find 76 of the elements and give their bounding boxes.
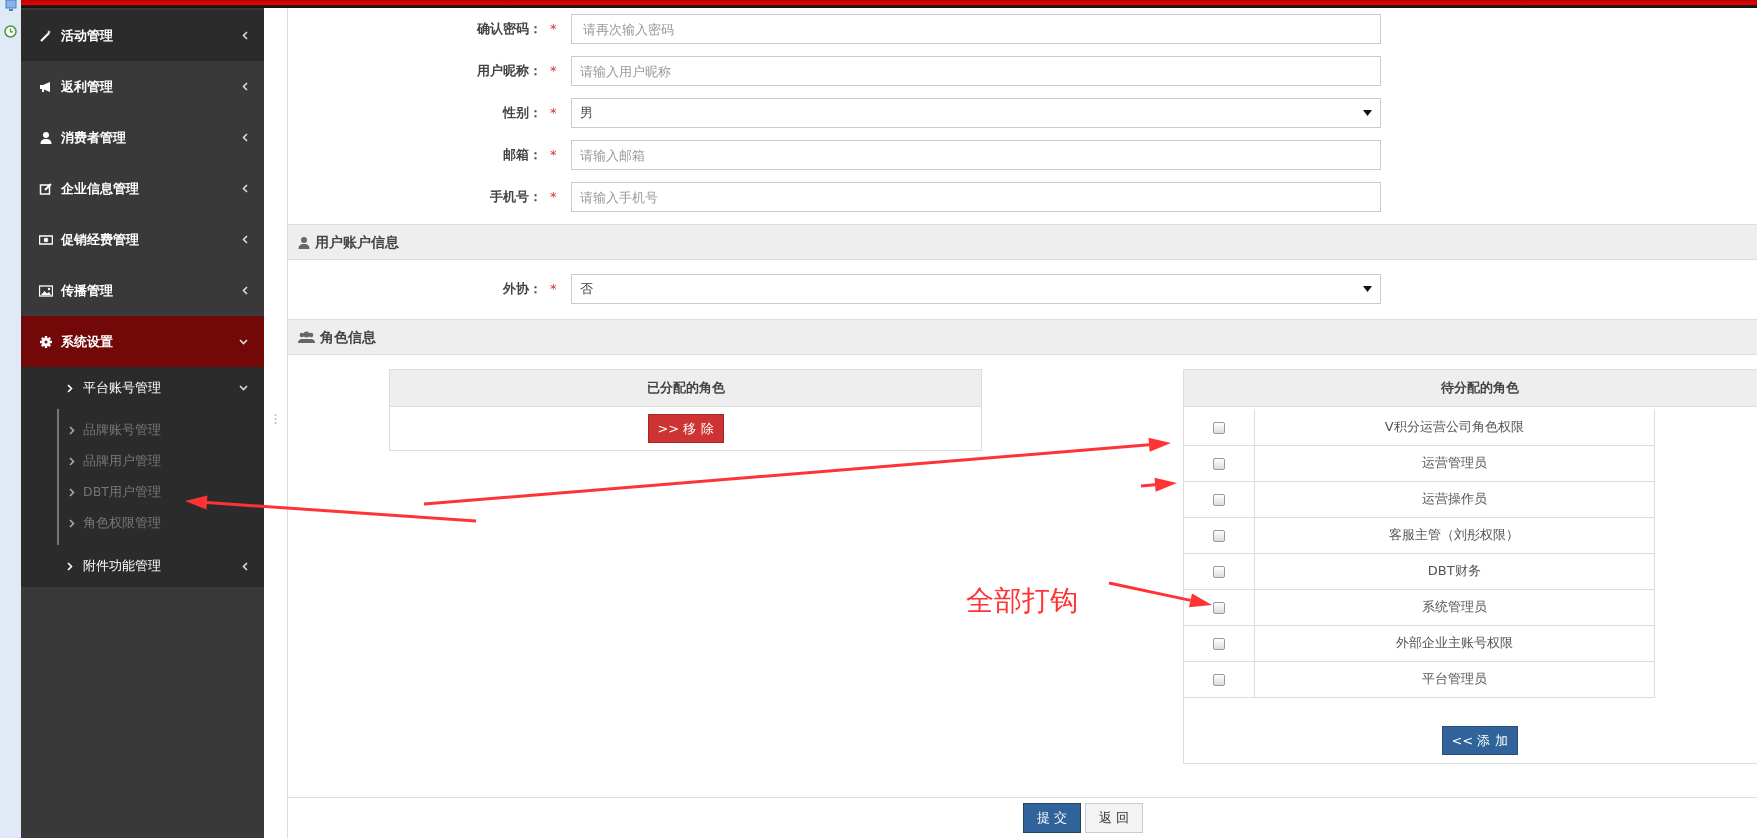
image-icon [39,283,53,298]
required-mark: * [550,146,557,165]
checkbox[interactable] [1212,637,1225,650]
money-icon [39,232,53,247]
required-mark: * [550,20,557,39]
panel-title: 待分配的角色 [1184,370,1757,407]
sidebar-menu-item[interactable]: 系统设置 [21,316,264,367]
section-header: 角色信息 [288,319,1757,355]
text-input-field[interactable]: 请输入用户昵称 [570,56,1381,86]
submit-button[interactable]: 提 交 [1023,803,1081,833]
chevron-right-icon [69,426,75,435]
field-label: 手机号： [489,188,543,207]
checkbox[interactable] [1212,493,1225,506]
field-label: 邮箱： [502,146,543,165]
chevron-right-icon [69,457,75,466]
dropdown-caret-icon [1362,110,1372,116]
required-mark: * [550,188,557,207]
text-input-field[interactable]: 请输入手机号 [570,182,1381,212]
chevron-left-icon[interactable] [242,286,248,295]
back-button[interactable]: 返 回 [1085,803,1143,833]
chevron-left-icon[interactable] [242,184,248,193]
user-badge-icon [298,235,310,249]
resize-handle-icon[interactable] [274,413,277,425]
dropdown-caret-icon [1362,286,1372,292]
chevron-left-icon[interactable] [242,561,248,571]
field-label: 性别： [501,104,543,123]
remove-button[interactable]: >> 移 除 [647,414,724,443]
field-label: 用户昵称： [476,62,543,81]
chevron-right-icon [67,561,73,571]
user-icon [39,130,53,145]
chevron-left-icon[interactable] [242,133,248,142]
checkbox[interactable] [1212,529,1225,542]
gear-icon [39,334,53,349]
checkbox[interactable] [1212,673,1225,686]
field-label: 确认密码： [475,20,543,39]
field-label: 外协： [502,280,543,299]
users-icon [298,330,315,344]
checkbox[interactable] [1212,601,1225,614]
select-field[interactable]: 否 [570,274,1381,304]
role-name[interactable]: 平台管理员 [1254,661,1655,697]
chevron-left-icon[interactable] [242,31,248,40]
required-mark: * [550,104,557,123]
role-name[interactable]: 运营操作员 [1254,481,1655,517]
annotation-text: 全部打钩 [966,584,1078,618]
text-input-field[interactable]: 请输入邮箱 [570,140,1381,170]
wand-icon [39,28,53,43]
role-name[interactable]: DBT财务 [1254,553,1655,589]
section-header: 用户账户信息 [288,224,1757,260]
required-mark: * [550,280,557,299]
chevron-right-icon [69,488,75,497]
chevron-left-icon[interactable] [242,235,248,244]
submenu-item[interactable]: 附件功能管理 [21,545,264,587]
role-name[interactable]: 运营管理员 [1254,445,1655,481]
chevron-right-icon [69,519,75,528]
edit-icon [39,181,53,196]
text-input-field[interactable]: 请再次输入密码 [570,14,1381,44]
megaphone-icon [39,79,53,94]
chevron-left-icon[interactable] [242,82,248,91]
panel-title: 已分配的角色 [390,370,981,407]
clock-icon[interactable] [4,25,17,38]
checkbox[interactable] [1212,421,1225,434]
chevron-down-icon[interactable] [239,338,248,345]
add-button[interactable]: << 添 加 [1441,726,1518,755]
chevron-down-icon[interactable] [239,385,248,391]
role-name[interactable]: 外部企业主账号权限 [1254,625,1655,661]
role-name[interactable]: V积分运营公司角色权限 [1254,409,1655,445]
select-field[interactable]: 男 [570,98,1381,128]
sidebar-menu-item[interactable]: 活动管理 [21,10,264,61]
role-name[interactable]: 系统管理员 [1254,589,1655,625]
submenu-item[interactable]: 平台账号管理 [21,367,264,409]
monitor-icon[interactable] [4,0,17,11]
checkbox[interactable] [1212,565,1225,578]
role-name[interactable]: 客服主管（刘彤权限） [1254,517,1655,553]
chevron-right-icon [67,383,73,393]
required-mark: * [550,62,557,81]
checkbox[interactable] [1212,457,1225,470]
